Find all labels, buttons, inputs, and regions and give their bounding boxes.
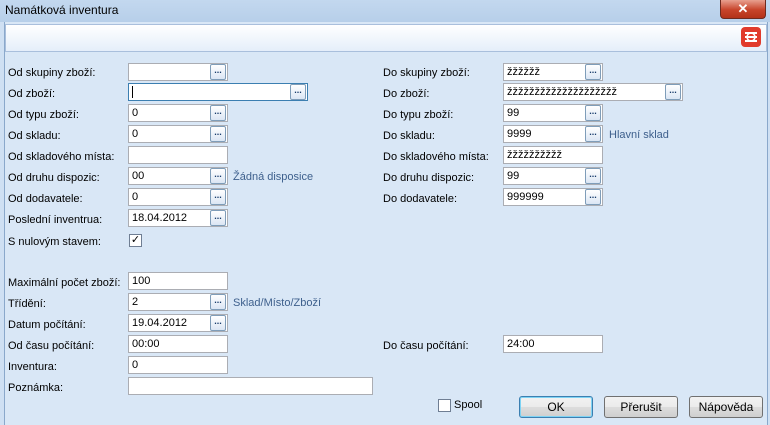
cancel-button[interactable]: Přerušit [604, 396, 678, 418]
poznamka-input[interactable] [128, 377, 373, 395]
title-bar: Namátková inventura [0, 0, 770, 22]
do-zbozi-browse-button[interactable]: ... [665, 84, 681, 100]
do-zbozi-input[interactable]: žžžžžžžžžžžžžžžžžžžž [503, 83, 683, 101]
do-skupiny-label: Do skupiny zboží: [383, 67, 470, 79]
datum-pocitani-label: Datum počítání: [8, 319, 86, 331]
trideni-browse-button[interactable]: ... [210, 294, 226, 310]
od-casu-label: Od času počítání: [8, 340, 95, 352]
do-skupiny-browse-button[interactable]: ... [585, 64, 601, 80]
od-zbozi-input[interactable] [128, 83, 308, 101]
trideni-hint: Sklad/Místo/Zboží [233, 297, 322, 309]
od-skladu-browse-button[interactable]: ... [210, 126, 226, 142]
inventura-label: Inventura: [8, 361, 57, 373]
help-button[interactable]: Nápověda [689, 396, 763, 418]
ok-button[interactable]: OK [519, 396, 593, 418]
od-mista-label: Od skladového místa: [8, 151, 115, 163]
trideni-label: Třídění: [8, 298, 46, 310]
do-typu-label: Do typu zboží: [383, 109, 454, 121]
do-zbozi-label: Do zboží: [383, 88, 430, 100]
do-typu-browse-button[interactable]: ... [585, 105, 601, 121]
window-title: Namátková inventura [5, 3, 119, 17]
do-skladu-label: Do skladu: [383, 130, 435, 142]
max-pocet-label: Maximální počet zboží: [8, 277, 121, 289]
nulovy-stav-label: S nulovým stavem: [8, 236, 101, 248]
od-dodavatele-browse-button[interactable]: ... [210, 189, 226, 205]
posledni-inventura-label: Poslední inventrua: [8, 214, 103, 226]
do-casu-label: Do času počítání: [383, 340, 469, 352]
spool-checkbox[interactable] [438, 399, 451, 412]
posledni-inventura-browse-button[interactable]: ... [210, 210, 226, 226]
do-dispozic-browse-button[interactable]: ... [585, 168, 601, 184]
od-skupiny-browse-button[interactable]: ... [210, 64, 226, 80]
do-mista-input[interactable]: žžžžžžžžžž [503, 146, 603, 164]
od-dispozic-label: Od druhu dispozic: [8, 172, 100, 184]
od-skupiny-label: Od skupiny zboží: [8, 67, 96, 79]
od-casu-input[interactable]: 00:00 [128, 335, 228, 353]
close-button[interactable]: ✕ [720, 0, 766, 19]
od-dispozic-browse-button[interactable]: ... [210, 168, 226, 184]
do-dispozic-label: Do druhu dispozic: [383, 172, 475, 184]
od-typu-browse-button[interactable]: ... [210, 105, 226, 121]
do-mista-label: Do skladového místa: [383, 151, 489, 163]
spool-label: Spool [454, 399, 483, 411]
text-caret [132, 86, 133, 98]
poznamka-label: Poznámka: [8, 382, 64, 394]
app-logo-icon [741, 27, 761, 47]
od-mista-input[interactable] [128, 146, 228, 164]
toolbar [5, 24, 767, 52]
nulovy-stav-checkbox[interactable]: ✓ [129, 234, 142, 247]
od-skladu-label: Od skladu: [8, 130, 61, 142]
max-pocet-input[interactable]: 100 [128, 272, 228, 290]
do-dodavatele-label: Do dodavatele: [383, 193, 457, 205]
do-skladu-browse-button[interactable]: ... [585, 126, 601, 142]
inventura-input[interactable]: 0 [128, 356, 228, 374]
od-zbozi-browse-button[interactable]: ... [290, 84, 306, 100]
datum-pocitani-browse-button[interactable]: ... [210, 315, 226, 331]
od-dodavatele-label: Od dodavatele: [8, 193, 83, 205]
do-dodavatele-browse-button[interactable]: ... [585, 189, 601, 205]
od-zbozi-label: Od zboží: [8, 88, 56, 100]
do-skladu-hint: Hlavní sklad [609, 129, 669, 141]
od-typu-label: Od typu zboží: [8, 109, 79, 121]
do-casu-input[interactable]: 24:00 [503, 335, 603, 353]
od-dispozic-hint: Žádná disposice [233, 171, 314, 183]
